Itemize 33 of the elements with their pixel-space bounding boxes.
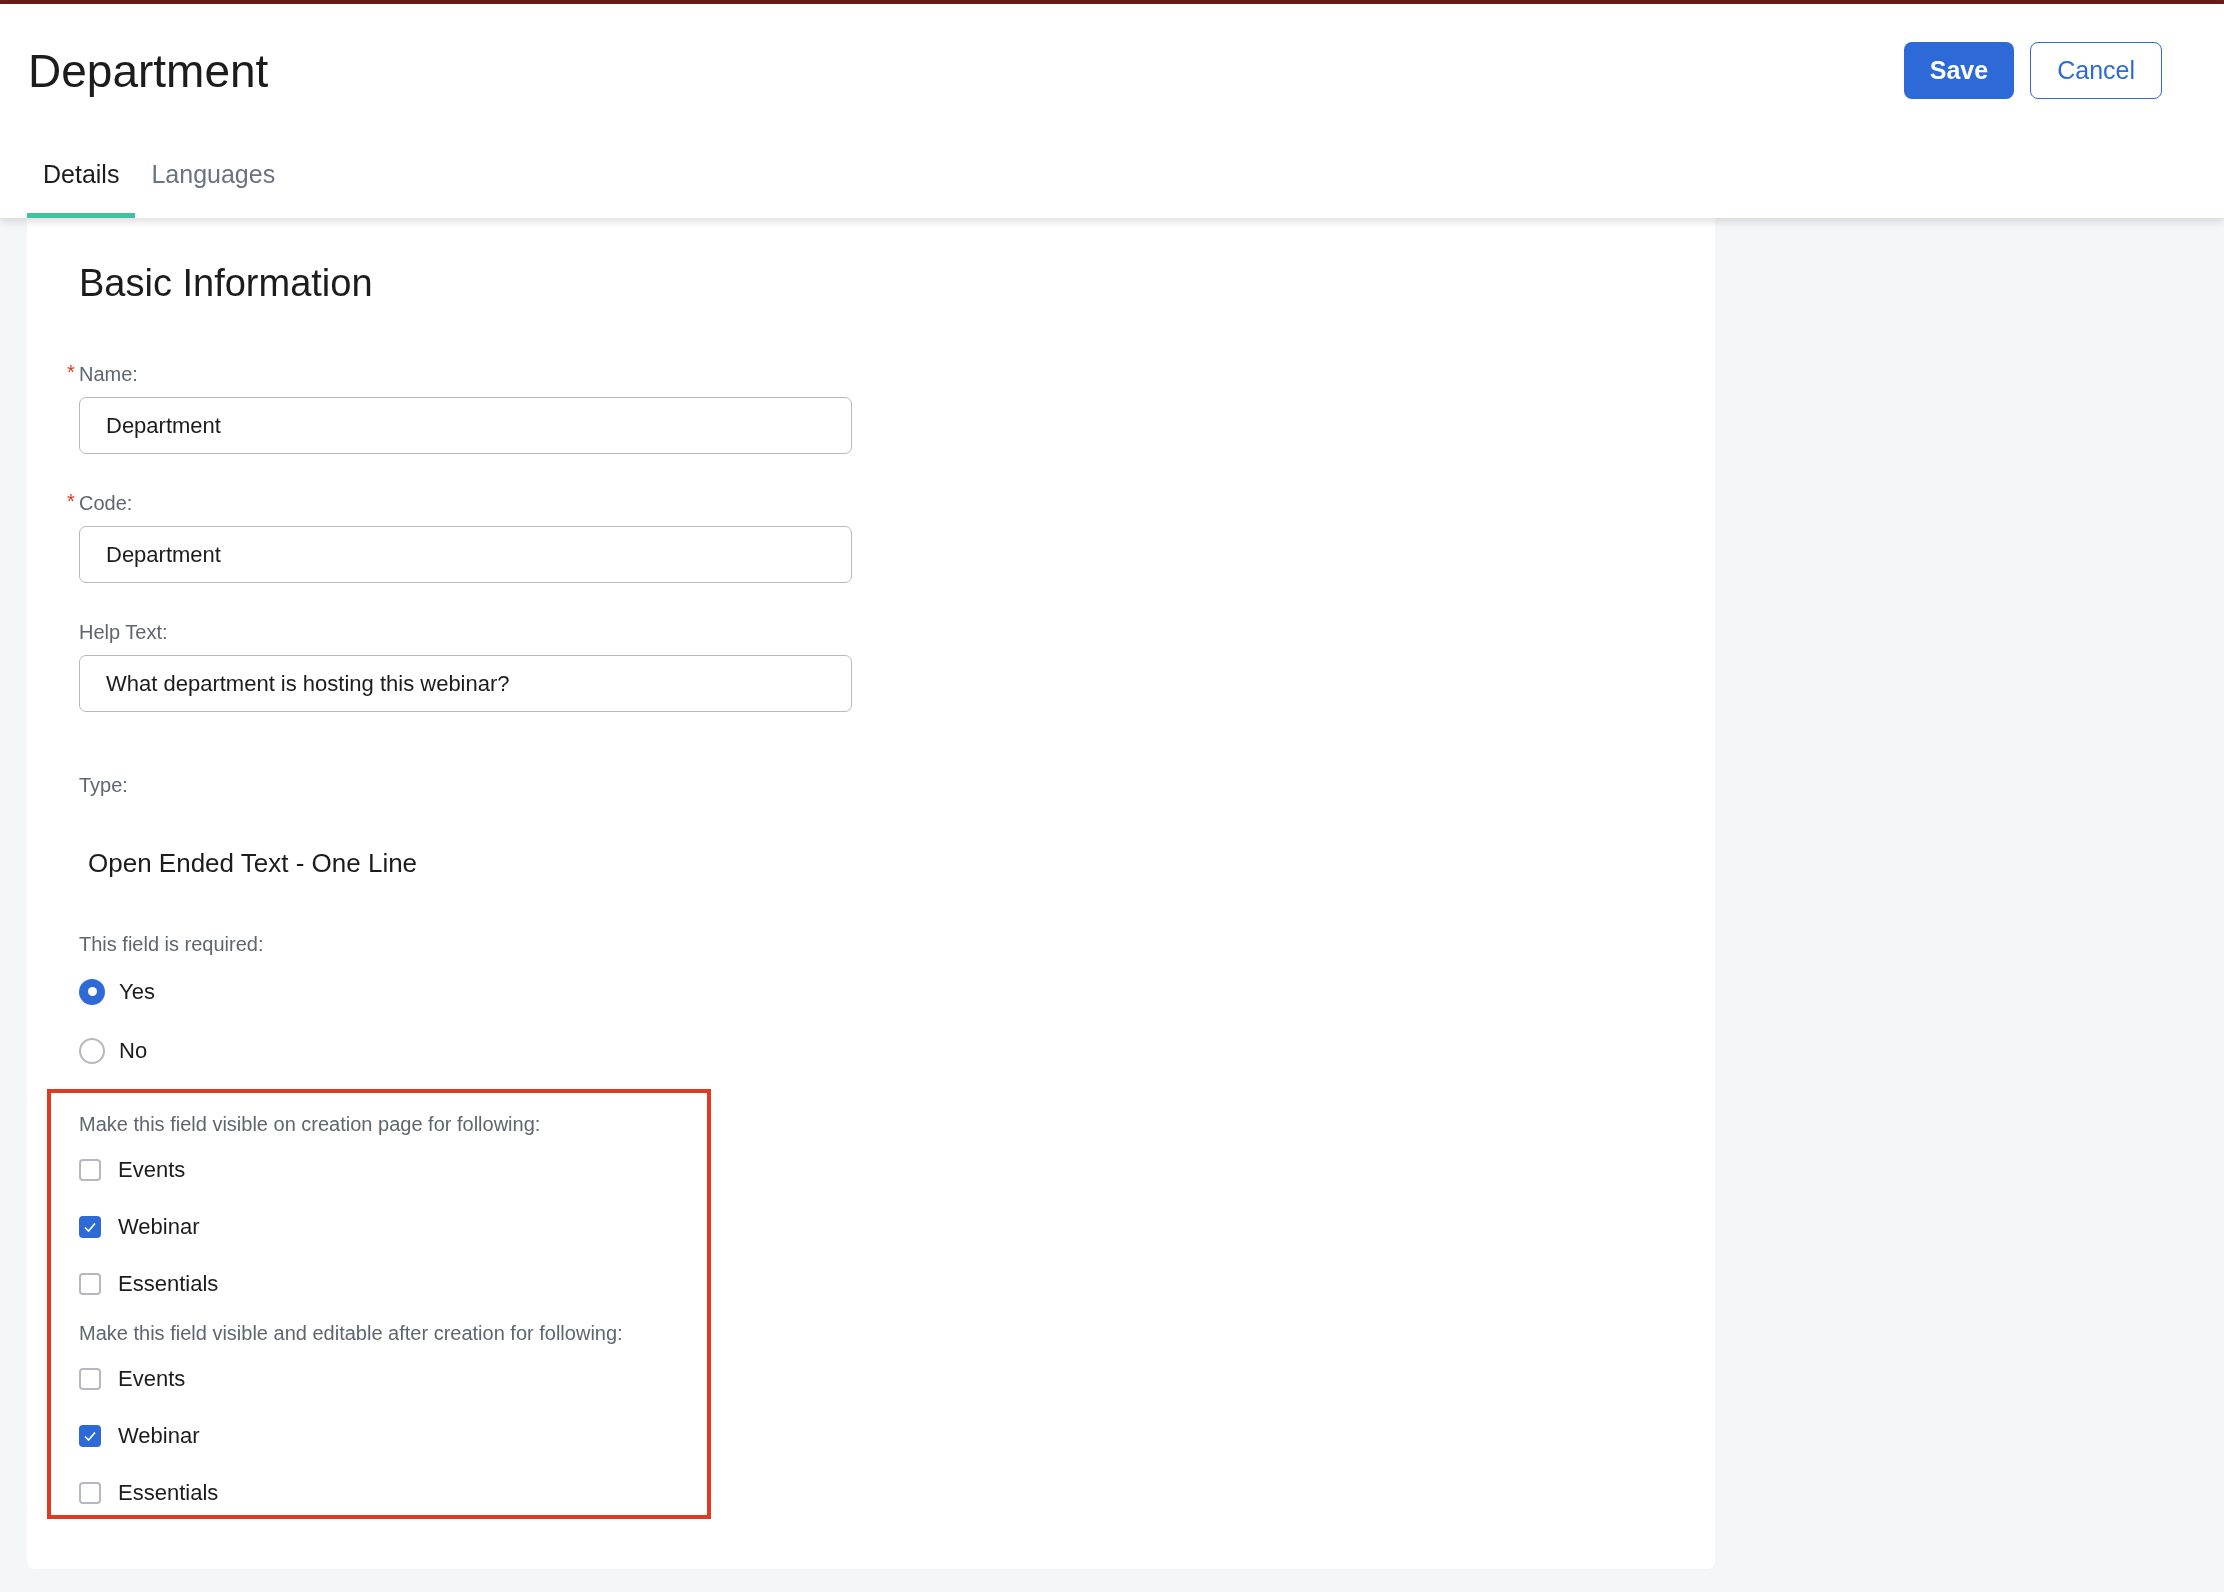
checkbox[interactable] bbox=[79, 1367, 101, 1390]
group-label: Make this field visible on creation page for following: bbox=[79, 1112, 542, 1137]
radio-button[interactable] bbox=[79, 1037, 105, 1064]
checkbox[interactable] bbox=[79, 1215, 101, 1238]
field-label: Type: bbox=[79, 773, 129, 798]
checkbox[interactable] bbox=[79, 1424, 101, 1447]
checkbox-label: Events bbox=[118, 1365, 186, 1393]
save-button[interactable]: Save bbox=[1903, 42, 2015, 99]
checkbox-label: Webinar bbox=[118, 1422, 200, 1450]
field-label: Help Text: bbox=[79, 620, 168, 645]
field-label: Code: bbox=[79, 491, 133, 516]
cancel-button[interactable]: Cancel bbox=[2030, 42, 2162, 99]
checkbox-label: Webinar bbox=[118, 1213, 200, 1241]
text-field[interactable]: Department bbox=[79, 397, 852, 454]
required-mark: * bbox=[67, 489, 75, 514]
section-title: Basic Information bbox=[79, 264, 374, 302]
checkbox[interactable] bbox=[79, 1158, 101, 1181]
field-label: This field is required: bbox=[79, 932, 265, 957]
checkbox-label: Essentials bbox=[118, 1270, 219, 1298]
radio-label: No bbox=[119, 1037, 148, 1065]
checkbox[interactable] bbox=[79, 1272, 101, 1295]
text-field[interactable]: What department is hosting this webinar? bbox=[79, 655, 852, 712]
field-label: Name: bbox=[79, 362, 138, 387]
checkbox[interactable] bbox=[79, 1481, 101, 1504]
radio-label: Yes bbox=[119, 978, 155, 1006]
checkbox-label: Events bbox=[118, 1156, 186, 1184]
type-value: Open Ended Text - One Line bbox=[88, 847, 419, 880]
group-label: Make this field visible and editable after creation for following: bbox=[79, 1321, 624, 1346]
radio-button[interactable] bbox=[79, 978, 105, 1005]
tab[interactable]: Languages bbox=[135, 155, 292, 218]
text-field[interactable]: Department bbox=[79, 526, 852, 583]
required-mark: * bbox=[67, 360, 75, 385]
checkbox-label: Essentials bbox=[118, 1479, 219, 1507]
